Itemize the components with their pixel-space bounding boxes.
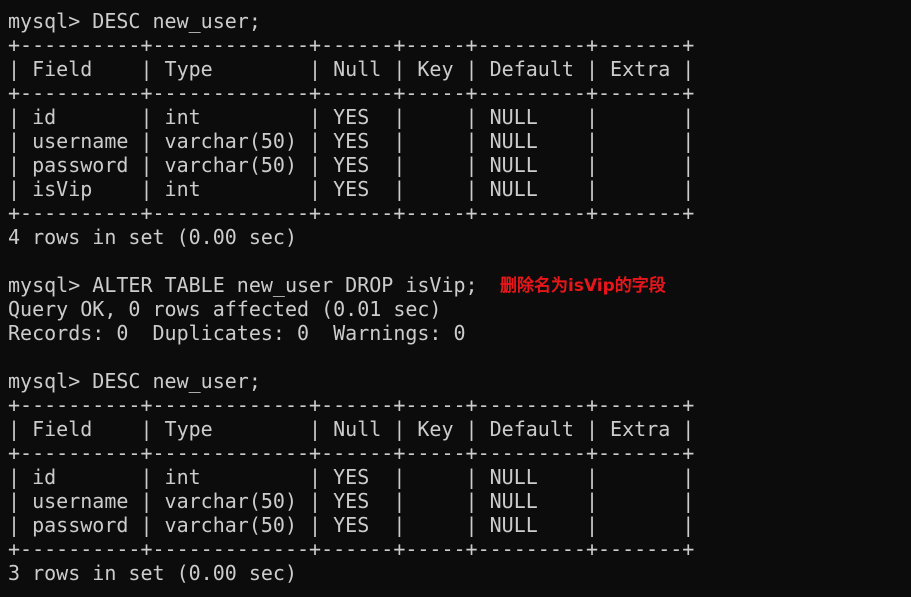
terminal-output: mysql> DESC new_user; +----------+------… — [8, 9, 908, 585]
result-summary: 4 rows in set (0.00 sec) — [8, 225, 297, 249]
prompt-line: mysql> DESC new_user; — [8, 369, 261, 393]
prompt-line: mysql> DESC new_user; — [8, 9, 261, 33]
command-line-wrapper: mysql> ALTER TABLE new_user DROP isVip; 删… — [8, 273, 908, 297]
prompt-line: mysql> ALTER TABLE new_user DROP isVip; — [8, 273, 478, 297]
table-row: | isVip | int | YES | | NULL | | — [8, 177, 695, 201]
table-border: +----------+-------------+------+-----+-… — [8, 537, 695, 561]
table-border: +----------+-------------+------+-----+-… — [8, 33, 695, 57]
table-row: | password | varchar(50) | YES | | NULL … — [8, 513, 695, 537]
result-summary: 3 rows in set (0.00 sec) — [8, 561, 297, 585]
table-header-row: | Field | Type | Null | Key | Default | … — [8, 417, 695, 441]
table-header-row: | Field | Type | Null | Key | Default | … — [8, 57, 695, 81]
table-row: | username | varchar(50) | YES | | NULL … — [8, 129, 695, 153]
query-stats: Records: 0 Duplicates: 0 Warnings: 0 — [8, 321, 466, 345]
table-row: | password | varchar(50) | YES | | NULL … — [8, 153, 695, 177]
annotation-label: 删除名为isVip的字段 — [500, 276, 666, 296]
table-border: +----------+-------------+------+-----+-… — [8, 81, 695, 105]
table-row: | username | varchar(50) | YES | | NULL … — [8, 489, 695, 513]
table-border: +----------+-------------+------+-----+-… — [8, 393, 695, 417]
table-border: +----------+-------------+------+-----+-… — [8, 201, 695, 225]
table-row: | id | int | YES | | NULL | | — [8, 465, 695, 489]
table-row: | id | int | YES | | NULL | | — [8, 105, 695, 129]
query-result: Query OK, 0 rows affected (0.01 sec) — [8, 297, 442, 321]
table-border: +----------+-------------+------+-----+-… — [8, 441, 695, 465]
